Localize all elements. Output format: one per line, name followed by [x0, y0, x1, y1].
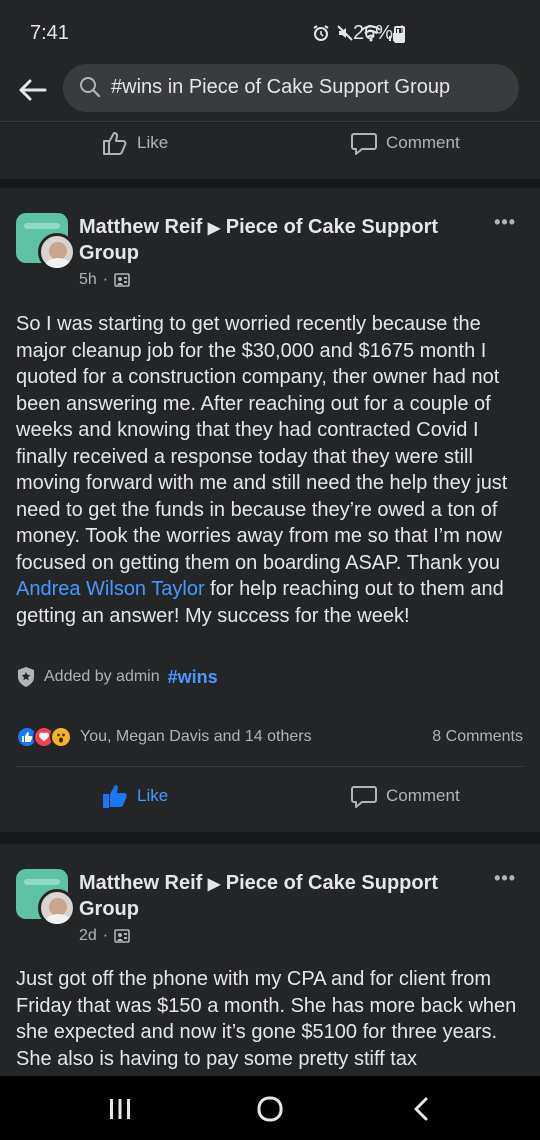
meta-separator: ·	[102, 271, 109, 288]
wow-reaction-icon	[50, 726, 72, 748]
author-name[interactable]: Matthew Reif	[79, 216, 202, 238]
search-header: #wins in Piece of Cake Support Group	[0, 64, 540, 122]
post-time[interactable]: 5h	[79, 271, 97, 289]
alarm-icon	[313, 25, 329, 41]
avatar[interactable]	[16, 869, 76, 927]
meta-separator: ·	[102, 927, 109, 944]
battery-percent: 26%	[353, 22, 394, 44]
group-name-line2[interactable]: Group	[79, 242, 139, 264]
comment-label: Comment	[386, 133, 460, 152]
group-name-line2[interactable]: Group	[79, 898, 139, 920]
user-avatar	[38, 889, 76, 927]
search-input[interactable]: #wins in Piece of Cake Support Group	[63, 64, 519, 112]
reactions-text: You, Megan Davis and 14 others	[80, 728, 312, 745]
navigation-bar	[0, 1076, 540, 1140]
back-button[interactable]	[14, 72, 50, 108]
thumbs-up-outline-icon	[103, 132, 127, 155]
added-by-text: Added by admin	[44, 668, 160, 685]
battery-icon	[394, 26, 405, 43]
comments-count[interactable]: 8 Comments	[432, 728, 523, 746]
post-body: Just got off the phone with my CPA and f…	[16, 968, 517, 1070]
post-header: Matthew Reif ▶ Piece of Cake Support Gro…	[79, 215, 459, 266]
user-avatar	[38, 233, 76, 271]
more-options-button[interactable]: •••	[494, 212, 516, 233]
mute-icon	[337, 25, 353, 41]
search-icon	[80, 77, 101, 98]
author-name[interactable]: Matthew Reif	[79, 872, 202, 894]
group-audience-icon	[114, 273, 130, 287]
reactions-summary[interactable]: You, Megan Davis and 14 others	[16, 726, 312, 748]
status-bar: 7:41 26%	[0, 0, 540, 64]
group-audience-icon	[114, 929, 130, 943]
post-time[interactable]: 2d	[79, 927, 97, 945]
comment-button[interactable]: Comment	[350, 782, 460, 810]
post-body: So I was starting to get worried recentl…	[16, 311, 528, 629]
post-meta: 5h ·	[79, 271, 130, 289]
back-nav-icon[interactable]	[410, 1097, 432, 1121]
comment-icon	[351, 786, 377, 808]
avatar[interactable]	[16, 213, 76, 271]
like-button-active[interactable]: Like	[101, 782, 168, 810]
post-text: So I was starting to get worried recentl…	[16, 313, 508, 574]
post-card: Matthew Reif ▶ Piece of Cake Support Gro…	[0, 188, 540, 832]
status-time: 7:41	[30, 22, 69, 44]
comment-label: Comment	[386, 786, 460, 805]
like-button[interactable]: Like	[101, 129, 168, 157]
topic-line: Added by admin #wins	[16, 666, 218, 688]
more-options-button[interactable]: •••	[494, 868, 516, 889]
like-label: Like	[137, 133, 169, 152]
post-meta: 2d ·	[79, 927, 130, 945]
mention-link[interactable]: Andrea Wilson Taylor	[16, 578, 205, 600]
divider	[16, 766, 524, 767]
thumbs-up-filled-icon	[103, 785, 127, 808]
group-name[interactable]: Piece of Cake Support	[226, 872, 438, 894]
like-label: Like	[137, 786, 169, 805]
arrow-right-icon: ▶	[207, 220, 221, 237]
recent-apps-icon[interactable]	[108, 1098, 132, 1120]
arrow-left-icon	[19, 79, 47, 101]
post-header: Matthew Reif ▶ Piece of Cake Support Gro…	[79, 871, 459, 922]
comment-button[interactable]: Comment	[350, 129, 460, 157]
search-query: #wins in Piece of Cake Support Group	[111, 76, 451, 98]
post-card: Matthew Reif ▶ Piece of Cake Support Gro…	[0, 844, 540, 1076]
group-name[interactable]: Piece of Cake Support	[226, 216, 438, 238]
previous-post-actions: Like Comment	[0, 123, 540, 179]
comment-icon	[351, 133, 377, 155]
admin-shield-icon	[18, 667, 34, 687]
home-icon[interactable]	[256, 1096, 284, 1122]
arrow-right-icon: ▶	[207, 876, 221, 893]
hashtag-link[interactable]: #wins	[168, 667, 218, 688]
